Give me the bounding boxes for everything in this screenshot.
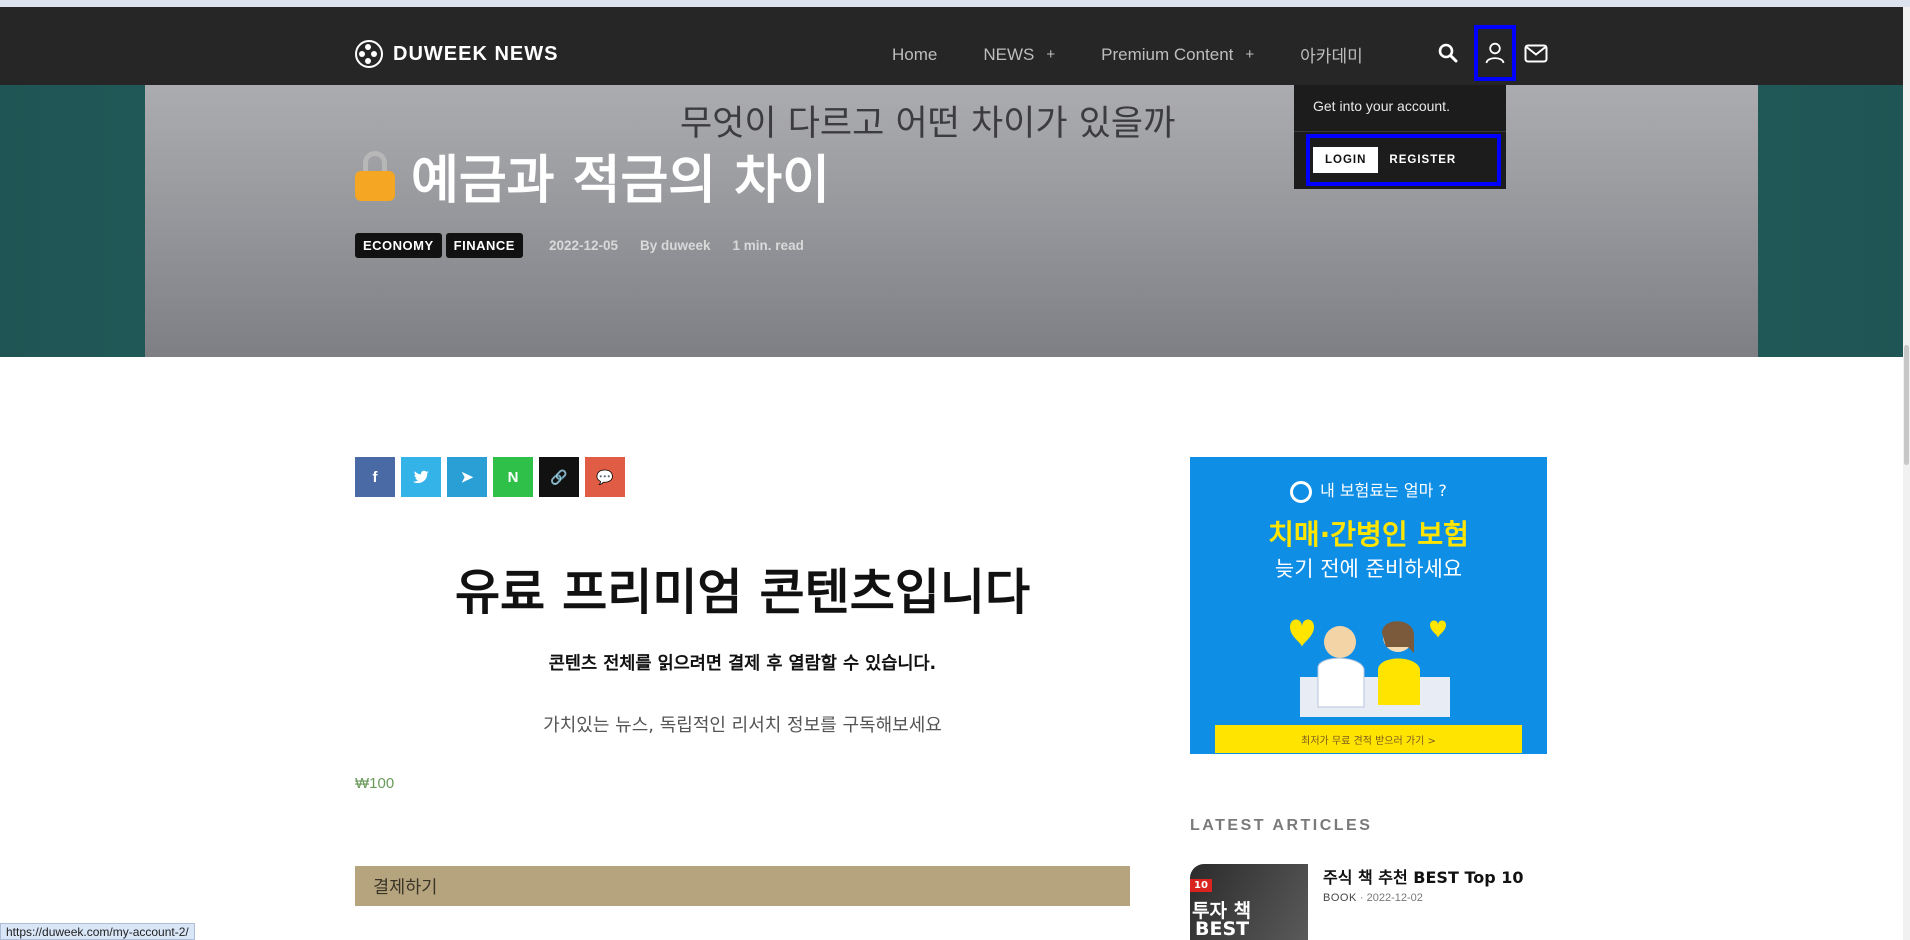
plus-icon: + <box>1046 46 1056 63</box>
lock-icon <box>355 150 395 201</box>
hero-title-block: 예금과 적금의 차이 <box>355 138 830 213</box>
telegram-icon: ➤ <box>460 469 474 486</box>
pay-button[interactable]: 결제하기 <box>355 866 1130 906</box>
brand-name: DUWEEK NEWS <box>393 42 559 65</box>
nav-item-label: 아카데미 <box>1300 47 1363 66</box>
author-link[interactable]: By duweek <box>640 238 711 253</box>
article-meta-line: BOOK · 2022-12-02 <box>1323 892 1423 904</box>
nav-item-news[interactable]: NEWS + <box>983 45 1055 65</box>
share-bar: f ➤ N 🔗 💬 <box>355 457 625 497</box>
ad-illustration <box>1290 619 1450 717</box>
mail-icon <box>1524 44 1548 62</box>
kakao-icon: 💬 <box>596 468 614 485</box>
contact-button[interactable] <box>1516 25 1556 81</box>
divider <box>1294 131 1506 132</box>
article-thumbnail[interactable]: 10 투자 책 BEST <box>1190 864 1308 940</box>
search-icon <box>1438 43 1458 63</box>
article-meta: ECONOMY FINANCE 2022-12-05 By duweek 1 m… <box>355 233 804 258</box>
nav-item-premium-content[interactable]: Premium Content + <box>1101 45 1254 65</box>
ad-subline: 늦기 전에 준비하세요 <box>1274 557 1463 581</box>
article-date: 2022-12-02 <box>1366 892 1423 904</box>
nav-item-label: NEWS <box>983 44 1035 64</box>
share-telegram-button[interactable]: ➤ <box>447 457 487 497</box>
search-button[interactable] <box>1428 25 1468 81</box>
share-twitter-button[interactable] <box>401 457 441 497</box>
thumb-badge: 10 <box>1190 879 1212 892</box>
plus-icon: + <box>1245 46 1255 63</box>
account-dropdown-title: Get into your account. <box>1313 98 1450 114</box>
thumb-text: BEST <box>1195 918 1250 940</box>
status-bar-url: https://duweek.com/my-account-2/ <box>0 923 195 940</box>
read-time: 1 min. read <box>732 238 804 253</box>
tag-economy[interactable]: ECONOMY <box>355 233 442 258</box>
account-dropdown: Get into your account. LOGIN REGISTER <box>1294 85 1506 189</box>
ad-headline: 치매·간병인 보험 <box>1268 518 1469 551</box>
magnifier-icon <box>1290 480 1313 503</box>
twitter-icon <box>412 470 429 483</box>
premium-note: 가치있는 뉴스, 독립적인 리서치 정보를 구독해보세요 <box>543 715 942 736</box>
login-button[interactable]: LOGIN <box>1313 147 1379 173</box>
nav-item-home[interactable]: Home <box>892 45 937 65</box>
nav-item-label: Premium Content <box>1101 44 1234 64</box>
premium-title: 유료 프리미엄 콘텐츠입니다 <box>454 564 1031 621</box>
meta-separator: · <box>1359 892 1367 904</box>
tag-finance[interactable]: FINANCE <box>445 233 523 258</box>
share-facebook-button[interactable]: f <box>355 457 395 497</box>
naver-icon: N <box>507 468 519 486</box>
ad-cta[interactable]: 최저가 무료 견적 받으러 가기 > <box>1215 725 1522 753</box>
scrollbar-thumb[interactable] <box>1904 345 1909 465</box>
page-scrollbar[interactable] <box>1903 7 1910 940</box>
article-title[interactable]: 주식 책 추천 BEST Top 10 <box>1323 864 1524 888</box>
price: ₩100 <box>355 775 395 792</box>
publish-date: 2022-12-05 <box>548 238 619 253</box>
facebook-icon: f <box>372 468 378 486</box>
share-naver-button[interactable]: N <box>493 457 533 497</box>
copy-link-button[interactable]: 🔗 <box>539 457 579 497</box>
share-kakao-button[interactable]: 💬 <box>585 457 625 497</box>
user-icon <box>1485 42 1505 64</box>
account-button[interactable] <box>1474 25 1516 81</box>
account-actions: LOGIN REGISTER <box>1306 134 1501 186</box>
brand-logo[interactable]: DUWEEK NEWS <box>355 40 558 68</box>
nav-item-label: Home <box>892 44 938 64</box>
main-nav: Home NEWS + Premium Content + 아카데미 <box>892 42 1409 67</box>
premium-description: 콘텐츠 전체를 읽으려면 결제 후 열람할 수 있습니다. <box>548 654 937 674</box>
film-reel-icon <box>355 40 383 68</box>
register-button[interactable]: REGISTER <box>1389 154 1456 166</box>
latest-articles-heading: LATEST ARTICLES <box>1190 817 1373 834</box>
top-navbar: DUWEEK NEWS Home NEWS + Premium Content … <box>0 7 1903 85</box>
ad-top-line: 내 보험료는 얼마 ? <box>1190 477 1547 503</box>
nav-item-academy[interactable]: 아카데미 <box>1300 42 1363 67</box>
browser-top-strip <box>0 0 1910 7</box>
page-title: 예금과 적금의 차이 <box>411 151 830 211</box>
article-category[interactable]: BOOK <box>1323 892 1357 904</box>
ad-banner[interactable]: 내 보험료는 얼마 ? 치매·간병인 보험 늦기 전에 준비하세요 최저가 무료… <box>1190 457 1547 754</box>
link-icon: 🔗 <box>550 468 568 485</box>
